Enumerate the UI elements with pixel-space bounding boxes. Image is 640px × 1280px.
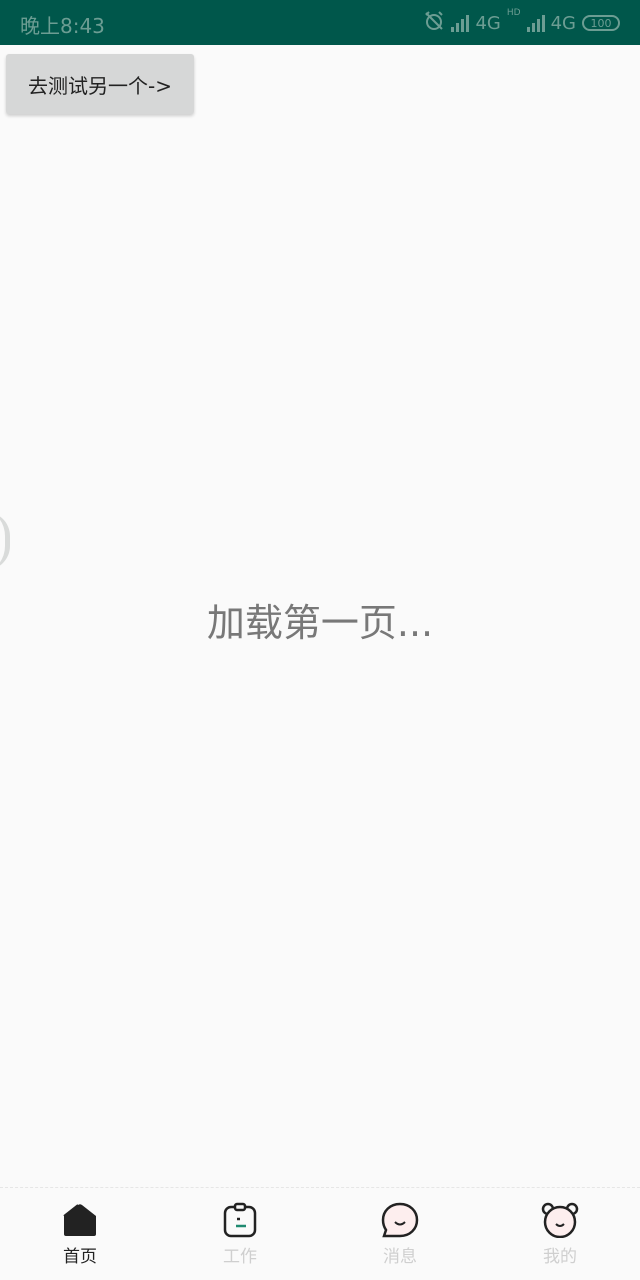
nav-label-mine: 我的	[543, 1247, 577, 1267]
nav-item-messages[interactable]: 消息	[350, 1202, 450, 1272]
alarm-off-icon	[423, 10, 445, 37]
status-icons: 4G HD 4G 100	[423, 8, 620, 38]
nav-label-work: 工作	[223, 1247, 257, 1267]
status-bar: 晚上8:43 4G HD 4G 100	[0, 0, 640, 45]
bottom-nav: 首页 工作 消息 我的	[0, 1187, 640, 1280]
nav-label-messages: 消息	[383, 1247, 417, 1267]
battery-level: 100	[590, 16, 612, 30]
signal-icon	[451, 14, 470, 32]
nav-item-work[interactable]: 工作	[190, 1202, 290, 1272]
bear-face-icon	[540, 1202, 580, 1239]
nav-label-home: 首页	[63, 1247, 97, 1267]
nav-item-mine[interactable]: 我的	[510, 1202, 610, 1272]
nav-item-home[interactable]: 首页	[30, 1202, 130, 1272]
message-bubble-icon	[380, 1202, 420, 1238]
home-icon	[60, 1202, 100, 1238]
battery-icon: 100	[582, 15, 620, 31]
network-type-1: 4G	[475, 12, 501, 34]
hd-label: HD	[506, 8, 521, 18]
signal-icon-2	[526, 14, 545, 32]
test-another-button[interactable]: 去测试另一个->	[6, 54, 194, 114]
loading-spinner	[0, 512, 10, 570]
network-type-2: 4G	[550, 12, 576, 34]
status-time: 晚上8:43	[20, 14, 105, 38]
loading-text: 加载第一页...	[206, 601, 434, 645]
app-screen: 晚上8:43 4G HD 4G 100 去测试另一个-> 加载第一页... 首页…	[0, 0, 640, 1280]
clipboard-icon	[220, 1202, 260, 1238]
